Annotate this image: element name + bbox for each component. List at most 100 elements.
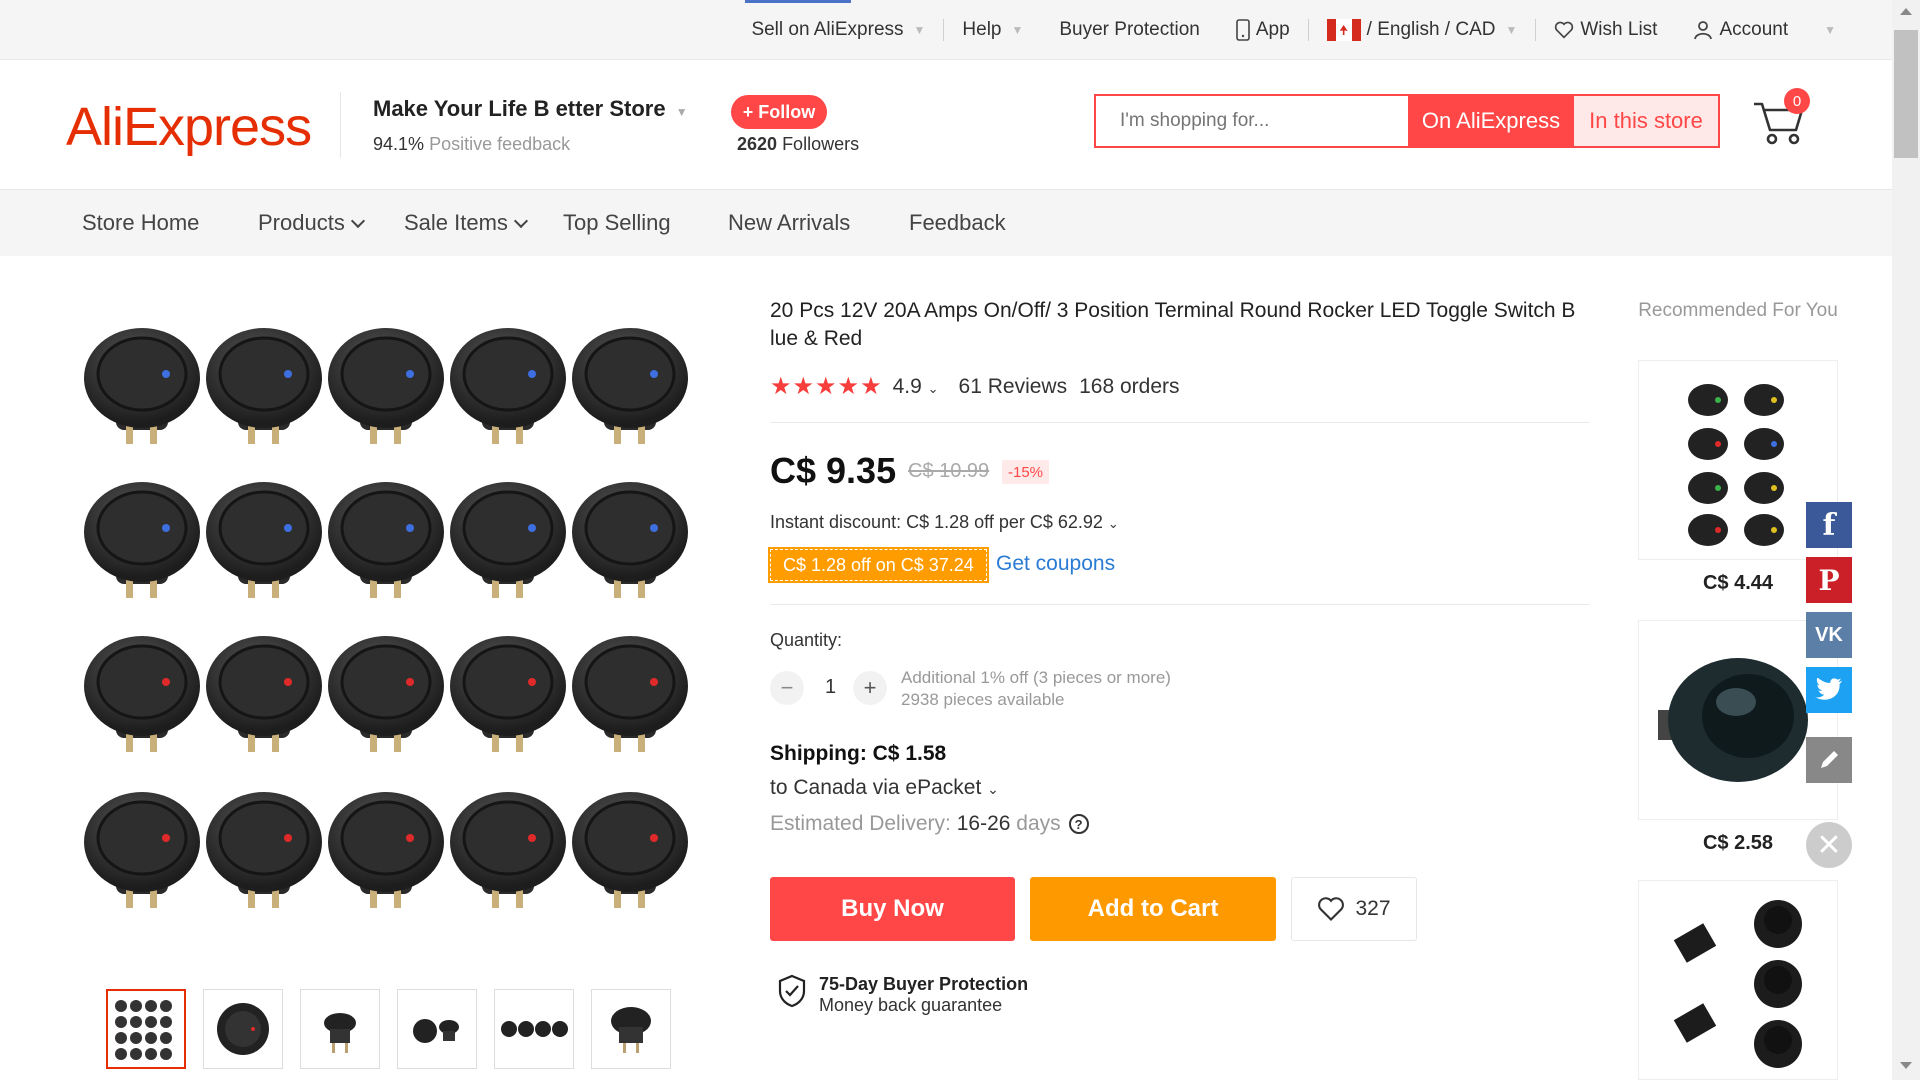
shipping-method[interactable]: to Canada via ePacket ⌄	[770, 776, 999, 800]
current-price: C$ 9.35	[770, 450, 897, 491]
thumbnail-grid[interactable]	[106, 989, 186, 1069]
add-to-cart-button[interactable]: Add to Cart	[1030, 877, 1276, 941]
nav-store-home[interactable]: Store Home	[82, 210, 199, 236]
discount-badge: -15%	[1002, 460, 1050, 484]
delivery-days: 16-26	[956, 812, 1011, 835]
feedback-percent: 94.1%	[373, 134, 425, 154]
thumbnail-single[interactable]	[203, 989, 283, 1069]
thumbnail-row[interactable]	[494, 989, 574, 1069]
heart-icon	[1555, 21, 1574, 39]
chevron-down-icon: ⌄	[927, 380, 939, 396]
search-in-store-button[interactable]: In this store	[1574, 96, 1718, 146]
reviews-link[interactable]: 61 Reviews	[959, 375, 1068, 399]
wishlist-button[interactable]: 327	[1291, 877, 1417, 941]
store-name-label: Make Your Life B etter Store	[373, 96, 666, 121]
thumbnail-side[interactable]	[300, 989, 380, 1069]
feedback-label: Positive feedback	[429, 134, 571, 154]
product-main-image[interactable]	[78, 312, 708, 957]
switch-grid-image	[115, 1000, 172, 1060]
search-input[interactable]	[1096, 96, 1408, 146]
nav-new-arrivals[interactable]: New Arrivals	[728, 210, 850, 236]
protection-title: 75-Day Buyer Protection	[819, 974, 1029, 994]
buyer-protection-info: 75-Day Buyer Protection Money back guara…	[777, 974, 1028, 1016]
caret-down-icon: ▼	[1824, 23, 1836, 37]
estimated-delivery: Estimated Delivery: 16-26 days?	[770, 812, 1089, 836]
pinterest-icon[interactable]: P	[1806, 557, 1852, 603]
star-rating-icon: ★★★★★	[770, 373, 883, 400]
get-coupons-link[interactable]: Get coupons	[996, 552, 1115, 576]
divider	[770, 604, 1590, 605]
nav-feedback[interactable]: Feedback	[909, 210, 1006, 236]
account-label: Account	[1719, 19, 1789, 40]
chevron-down-icon	[350, 213, 365, 229]
coupon-badge[interactable]: C$ 1.28 off on C$ 37.24	[768, 547, 989, 583]
switch-front-image	[611, 1007, 651, 1053]
divider	[770, 422, 1590, 423]
chevron-down-icon: ⌄	[1107, 516, 1119, 531]
scroll-up-arrow-icon[interactable]	[1900, 8, 1912, 15]
buy-now-button[interactable]: Buy Now	[770, 877, 1015, 941]
nav-products[interactable]: Products	[258, 210, 365, 236]
thumbnail-strip	[106, 989, 671, 1069]
help-link[interactable]: Help ▼	[944, 19, 1041, 41]
canada-flag-icon	[1326, 19, 1361, 41]
recommended-image-1	[1688, 384, 1784, 546]
nav-sale-items[interactable]: Sale Items	[404, 210, 529, 236]
wish-list-link[interactable]: Wish List	[1536, 19, 1675, 41]
switch-row-image	[501, 1021, 568, 1037]
thumbnail-pair[interactable]	[397, 989, 477, 1069]
twitter-bird-icon	[1815, 678, 1842, 700]
shield-check-icon	[778, 974, 806, 1008]
store-name[interactable]: Make Your Life B etter Store ▼	[373, 96, 688, 122]
delivery-label: Estimated Delivery:	[770, 812, 951, 835]
divider	[340, 92, 341, 158]
nav-top-selling[interactable]: Top Selling	[563, 210, 671, 236]
original-price: C$ 10.99	[908, 460, 990, 482]
phone-icon	[1236, 19, 1250, 41]
help-label: Help	[962, 19, 1002, 40]
quantity-label: Quantity:	[770, 630, 843, 650]
page-scrollbar[interactable]	[1892, 0, 1920, 1080]
locale-selector[interactable]: / English / CAD ▼	[1309, 19, 1536, 41]
quantity-value[interactable]: 1	[825, 676, 836, 699]
nav-sale-label: Sale Items	[404, 210, 508, 235]
thumbnail-front[interactable]	[591, 989, 671, 1069]
caret-down-icon: ▼	[675, 105, 688, 119]
switch-pair-image	[413, 1019, 459, 1043]
facebook-icon[interactable]: f	[1806, 502, 1852, 548]
quantity-increase-button[interactable]: +	[853, 671, 887, 705]
wishlist-label: Wish List	[1580, 19, 1658, 40]
help-icon[interactable]: ?	[1068, 814, 1089, 835]
recommended-item-3[interactable]	[1638, 880, 1838, 1080]
search-on-aliexpress-button[interactable]: On AliExpress	[1408, 96, 1574, 146]
account-link[interactable]: Account ▼	[1675, 19, 1854, 41]
quantity-decrease-button[interactable]: −	[770, 671, 804, 705]
store-header: AliExpress Make Your Life B etter Store …	[0, 60, 1892, 190]
edit-icon[interactable]	[1806, 737, 1852, 783]
sell-on-aliexpress-link[interactable]: Sell on AliExpress ▼	[733, 19, 943, 41]
scroll-down-arrow-icon[interactable]	[1900, 1062, 1912, 1069]
follow-button[interactable]: + Follow	[731, 95, 827, 129]
followers-count: 2620 Followers	[737, 134, 859, 155]
app-label: App	[1255, 19, 1290, 40]
heart-icon	[1318, 897, 1345, 921]
user-icon	[1694, 21, 1713, 40]
bulk-discount-note: Additional 1% off (3 pieces or more)	[901, 668, 1171, 687]
instant-discount[interactable]: Instant discount: C$ 1.28 off per C$ 62.…	[770, 512, 1119, 533]
switch-single-image	[217, 1003, 269, 1055]
scrollbar-thumb[interactable]	[1894, 30, 1918, 158]
app-link[interactable]: App	[1218, 19, 1308, 41]
caret-down-icon: ▼	[1011, 23, 1024, 37]
protection-subtitle: Money back guarantee	[819, 995, 1003, 1015]
aliexpress-logo[interactable]: AliExpress	[66, 96, 312, 158]
delivery-unit: days	[1016, 812, 1061, 835]
buyer-protection-label: Buyer Protection	[1059, 19, 1200, 40]
rating-value[interactable]: 4.9 ⌄	[893, 375, 939, 399]
vk-icon[interactable]: VK	[1806, 612, 1852, 658]
close-icon[interactable]: ✕	[1806, 822, 1852, 868]
buyer-protection-link[interactable]: Buyer Protection	[1041, 19, 1217, 41]
chevron-down-icon: ⌄	[987, 781, 999, 797]
store-feedback: 94.1% Positive feedback	[373, 134, 570, 155]
store-nav: Store Home Products Sale Items Top Selli…	[0, 190, 1892, 256]
twitter-icon[interactable]	[1806, 667, 1852, 713]
